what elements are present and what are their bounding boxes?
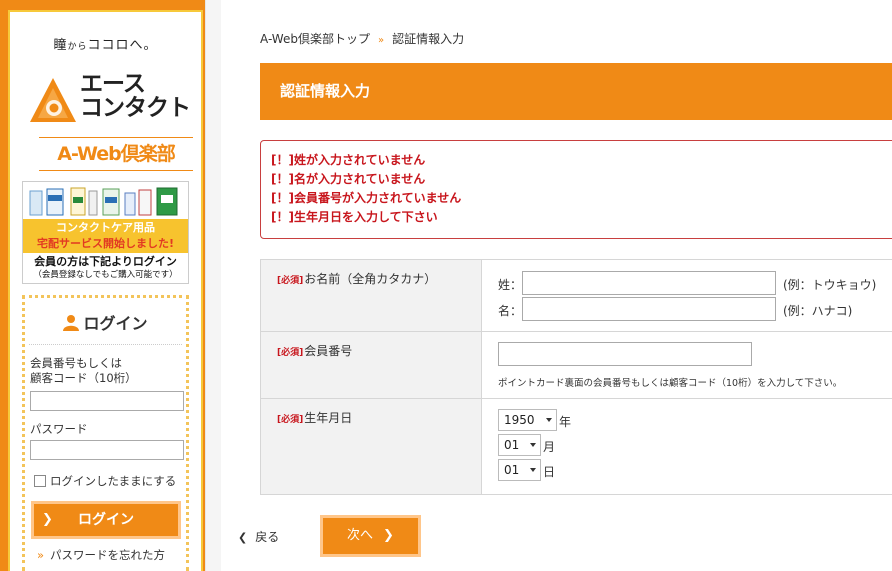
forgot-password-text: パスワードを忘れた方	[50, 548, 166, 562]
name-row-header: [必須]お名前（全角カタカナ）	[260, 259, 482, 332]
breadcrumb-separator-icon: »	[377, 35, 385, 46]
promo-note: （会員登録なしでもご購入可能です）	[33, 270, 178, 280]
member-number-input[interactable]	[498, 342, 752, 366]
day-unit: 日	[543, 465, 556, 479]
required-badge: [必須]	[277, 415, 304, 425]
member-id-input[interactable]	[30, 391, 184, 411]
logo-wordmark: エース コンタクト	[80, 71, 191, 121]
sei-example: (例：トウキョウ)	[783, 278, 877, 292]
sidebar-edge	[205, 0, 221, 571]
member-number-note: ポイントカード裏面の会員番号もしくは顧客コード（10桁）を入力して下さい。	[498, 378, 843, 389]
member-number-row-header: [必須]会員番号	[260, 331, 482, 399]
back-link[interactable]: ❮ 戻る	[238, 528, 279, 545]
breadcrumb-home-link[interactable]: A-Web倶楽部トップ	[260, 32, 370, 46]
birth-year-select[interactable]: 1950	[498, 409, 557, 431]
password-label: パスワード	[30, 422, 88, 436]
birthdate-row-cell: 1950 年 01 月 01 日	[481, 398, 892, 495]
next-label: 次へ	[347, 528, 374, 543]
member-id-label-2: 顧客コード（10桁）	[30, 371, 137, 385]
page-title: 認証情報入力	[260, 63, 892, 120]
bullet-icon: »	[37, 548, 45, 562]
keep-login-label[interactable]: ログインしたままにする	[50, 473, 176, 489]
login-button-label: ログイン	[78, 512, 134, 528]
month-unit: 月	[543, 440, 556, 454]
dropdown-caret-icon	[530, 468, 536, 472]
birth-month-select[interactable]: 01	[498, 434, 541, 456]
dropdown-caret-icon	[546, 418, 552, 422]
breadcrumb-current: 認証情報入力	[392, 32, 465, 46]
birthdate-label: 生年月日	[304, 411, 353, 425]
error-message: [！]名が入力されていません	[271, 172, 426, 186]
birth-year-value: 1950	[504, 413, 535, 427]
ace-contact-logo[interactable]: エース コンタクト	[30, 70, 191, 126]
name-row: [必須]お名前（全角カタカナ） 姓： (例：トウキョウ) 名： (例：ハナコ)	[260, 259, 892, 332]
ace-logo-mark-icon	[30, 78, 76, 122]
login-divider	[29, 344, 182, 345]
sei-label: 姓：	[498, 278, 523, 292]
promo-line-1: コンタクトケア用品	[56, 221, 155, 234]
brand-tagline: 瞳からココロへ。	[53, 38, 158, 53]
promo-line-2: 宅配サービス開始しました!	[36, 237, 175, 250]
promo-band: コンタクトケア用品 宅配サービス開始しました!	[23, 219, 188, 253]
chevron-right-icon: ❯	[42, 512, 53, 527]
required-badge: [必須]	[277, 348, 304, 358]
error-message: [！]生年月日を入力して下さい	[271, 210, 438, 224]
year-unit: 年	[559, 415, 572, 429]
logo-line-1: エース	[80, 71, 146, 97]
delivery-service-banner[interactable]: コンタクトケア用品 宅配サービス開始しました! 会員の方は下記よりログイン （会…	[22, 181, 189, 284]
next-button[interactable]: 次へ ❯	[320, 515, 421, 557]
birthdate-row-header: [必須]生年月日	[260, 398, 482, 495]
member-id-label: 会員番号もしくは 顧客コード（10桁）	[30, 356, 137, 386]
main-content: A-Web倶楽部トップ » 認証情報入力 認証情報入力 [！]姓が入力されていません…	[260, 0, 892, 571]
chevron-left-icon: ❮	[238, 531, 248, 544]
auth-form-table: [必須]お名前（全角カタカナ） 姓： (例：トウキョウ) 名： (例：ハナコ) …	[260, 259, 892, 495]
member-number-row: [必須]会員番号 ポイントカード裏面の会員番号もしくは顧客コード（10桁）を入力…	[260, 331, 892, 399]
mei-example: (例：ハナコ)	[783, 304, 853, 318]
care-products-image	[29, 187, 178, 216]
back-label: 戻る	[255, 530, 280, 544]
name-row-cell: 姓： (例：トウキョウ) 名： (例：ハナコ)	[481, 259, 892, 332]
login-heading-text: ログイン	[83, 314, 148, 333]
member-number-row-cell: ポイントカード裏面の会員番号もしくは顧客コード（10桁）を入力して下さい。	[481, 331, 892, 399]
promo-members: 会員の方は下記よりログイン （会員登録なしでもご購入可能です）	[23, 256, 188, 281]
breadcrumb: A-Web倶楽部トップ » 認証情報入力	[260, 30, 464, 47]
login-button[interactable]: ❯ ログイン	[31, 501, 181, 539]
login-heading: ログイン	[25, 310, 186, 334]
password-input[interactable]	[30, 440, 184, 460]
error-message: [！]会員番号が入力されていません	[271, 191, 462, 205]
chevron-right-icon: ❯	[383, 528, 394, 543]
error-box: [！]姓が入力されていません [！]名が入力されていません [！]会員番号が入力…	[260, 140, 892, 239]
sidebar: 瞳からココロへ。 エース コンタクト A-Web倶楽部 コンタクトケア用品 宅配…	[0, 0, 221, 571]
sei-input[interactable]	[522, 271, 776, 295]
club-title: A-Web倶楽部	[39, 137, 193, 171]
mei-input[interactable]	[522, 297, 776, 321]
name-label: お名前（全角カタカナ）	[304, 272, 437, 286]
birthdate-row: [必須]生年月日 1950 年 01 月 01 日	[260, 398, 892, 495]
required-badge: [必須]	[277, 276, 304, 286]
birth-day-select[interactable]: 01	[498, 459, 541, 481]
birth-day-value: 01	[504, 463, 520, 477]
mei-label: 名：	[498, 304, 523, 318]
member-number-label: 会員番号	[304, 344, 353, 358]
dropdown-caret-icon	[530, 443, 536, 447]
keep-login-checkbox[interactable]	[34, 475, 46, 487]
forgot-password-link[interactable]: » パスワードを忘れた方	[37, 547, 165, 563]
logo-line-2: コンタクト	[80, 95, 191, 121]
member-id-label-1: 会員番号もしくは	[30, 356, 122, 370]
user-icon	[63, 315, 80, 331]
birth-month-value: 01	[504, 438, 520, 452]
error-message: [！]姓が入力されていません	[271, 153, 426, 167]
login-box: ログイン 会員番号もしくは 顧客コード（10桁） パスワード ログインしたままに…	[22, 295, 189, 571]
promo-members-text: 会員の方は下記よりログイン	[34, 255, 177, 268]
